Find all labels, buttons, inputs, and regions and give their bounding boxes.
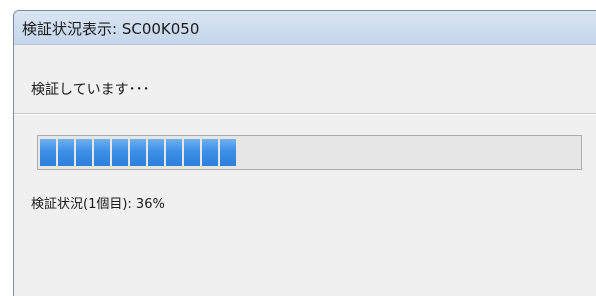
progress-segment <box>148 139 164 166</box>
progress-detail: 検証状況(1個目): 36% <box>31 197 165 212</box>
progress-segment <box>184 139 200 166</box>
verification-status-dialog: 検証状況表示: SC00K050 検証しています･･･ 検証状況(1個目): 3… <box>13 10 596 296</box>
progress-segment <box>94 139 110 166</box>
progress-segment <box>58 139 74 166</box>
progress-segment <box>166 139 182 166</box>
progress-segment <box>220 139 236 166</box>
progress-segment <box>202 139 218 166</box>
dialog-body: 検証しています･･･ 検証状況(1個目): 36% <box>14 45 596 296</box>
progress-fill <box>40 139 236 166</box>
progress-segment <box>130 139 146 166</box>
divider <box>14 113 596 115</box>
progress-bar <box>37 135 582 170</box>
status-message: 検証しています･･･ <box>31 82 150 98</box>
title-bar[interactable]: 検証状況表示: SC00K050 <box>14 11 596 45</box>
progress-segment <box>76 139 92 166</box>
window-title: 検証状況表示: SC00K050 <box>22 20 200 38</box>
progress-segment <box>112 139 128 166</box>
progress-segment <box>40 139 56 166</box>
